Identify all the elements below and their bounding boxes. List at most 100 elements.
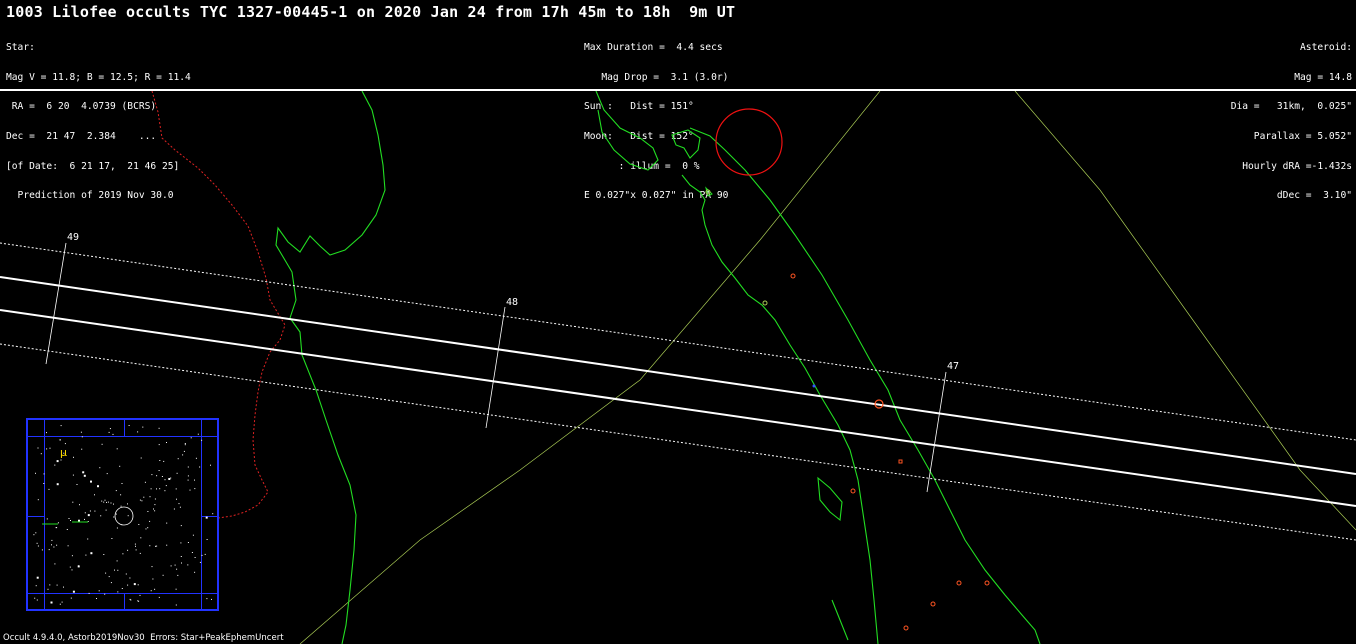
field-star (110, 502, 112, 504)
field-star (162, 574, 164, 576)
field-star (81, 436, 83, 438)
field-star (117, 569, 119, 571)
field-star (34, 597, 36, 599)
field-star (159, 488, 161, 490)
field-star (108, 576, 110, 578)
field-star (67, 545, 69, 547)
field-star (116, 527, 118, 529)
field-star (192, 534, 194, 536)
field-star (210, 464, 211, 466)
field-star (164, 490, 166, 492)
field-star (56, 483, 59, 486)
field-star (47, 588, 49, 590)
coastline (831, 599, 849, 641)
field-star (70, 597, 72, 599)
field-star (199, 561, 201, 563)
field-star (158, 596, 160, 598)
field-star (165, 485, 167, 487)
field-star (195, 457, 197, 459)
field-star (90, 480, 92, 483)
field-star (35, 532, 37, 534)
field-star (152, 578, 154, 580)
field-star (78, 565, 80, 567)
field-star (187, 479, 189, 481)
field-star (181, 562, 182, 564)
event-info-line: Max Duration = 4.4 secs (584, 41, 723, 53)
field-star (99, 467, 101, 469)
field-star (151, 566, 153, 568)
site-marker (790, 273, 796, 279)
site-marker (984, 580, 990, 586)
field-star (128, 425, 130, 426)
time-tick-label: 47 (947, 361, 959, 372)
field-star (105, 572, 107, 574)
field-star (125, 573, 127, 575)
field-star (112, 433, 114, 435)
field-star (100, 515, 102, 517)
coastline (817, 476, 843, 522)
field-star (133, 583, 136, 586)
field-star (127, 584, 129, 586)
field-star (178, 503, 180, 505)
field-star (89, 510, 91, 512)
event-info-line: Mag Drop = 3.1 (3.0r) (584, 71, 729, 83)
field-star (140, 537, 142, 539)
time-tick-48 (485, 306, 506, 429)
field-star (127, 503, 128, 505)
field-star (168, 478, 171, 480)
field-star (94, 494, 95, 496)
coastline (681, 174, 879, 644)
field-star (143, 496, 145, 498)
field-star (211, 598, 212, 600)
field-star (191, 552, 193, 553)
field-star (71, 569, 73, 571)
field-star (187, 542, 189, 543)
field-star (149, 496, 151, 498)
field-star (63, 586, 64, 588)
field-star (114, 569, 115, 571)
time-tick-49 (45, 242, 67, 365)
field-star (137, 584, 139, 586)
field-star (51, 539, 53, 541)
field-star (68, 518, 70, 519)
field-star (183, 450, 185, 452)
field-star (37, 499, 39, 501)
field-star (180, 556, 182, 557)
field-star (154, 504, 156, 506)
field-star (69, 566, 71, 568)
field-star (57, 522, 59, 524)
field-star (138, 524, 140, 525)
field-star (121, 588, 123, 589)
page-title: 1003 Lilofee occults TYC 1327-00445-1 on… (6, 3, 736, 21)
field-star (122, 553, 124, 555)
field-star (79, 504, 80, 506)
field-star (46, 448, 48, 450)
field-star (36, 542, 38, 544)
star-field (33, 425, 214, 606)
field-star (149, 545, 151, 547)
field-star (48, 488, 50, 490)
asteroid-info-line: Mag = 14.8 (1294, 71, 1352, 83)
field-star (120, 505, 122, 507)
field-star (135, 549, 137, 551)
field-star (189, 489, 191, 491)
site-marker (956, 580, 962, 586)
field-star (150, 488, 152, 490)
target-star-circle (114, 506, 134, 526)
field-star (127, 549, 129, 551)
field-star (82, 471, 85, 474)
time-tick-label: 49 (67, 232, 79, 243)
field-star (156, 545, 158, 547)
asteroid-info-line: Asteroid: (1300, 41, 1352, 53)
field-star (205, 516, 208, 519)
coastline (595, 91, 659, 171)
field-star (129, 598, 131, 600)
field-star (164, 479, 166, 481)
field-star (138, 600, 140, 602)
footer-credit: Occult 4.9.4.0, Astorb2019Nov30 Errors: … (3, 633, 284, 643)
field-star (64, 443, 66, 445)
field-star (109, 428, 111, 430)
field-star (175, 488, 177, 490)
field-star (134, 543, 136, 545)
field-star (115, 490, 117, 492)
